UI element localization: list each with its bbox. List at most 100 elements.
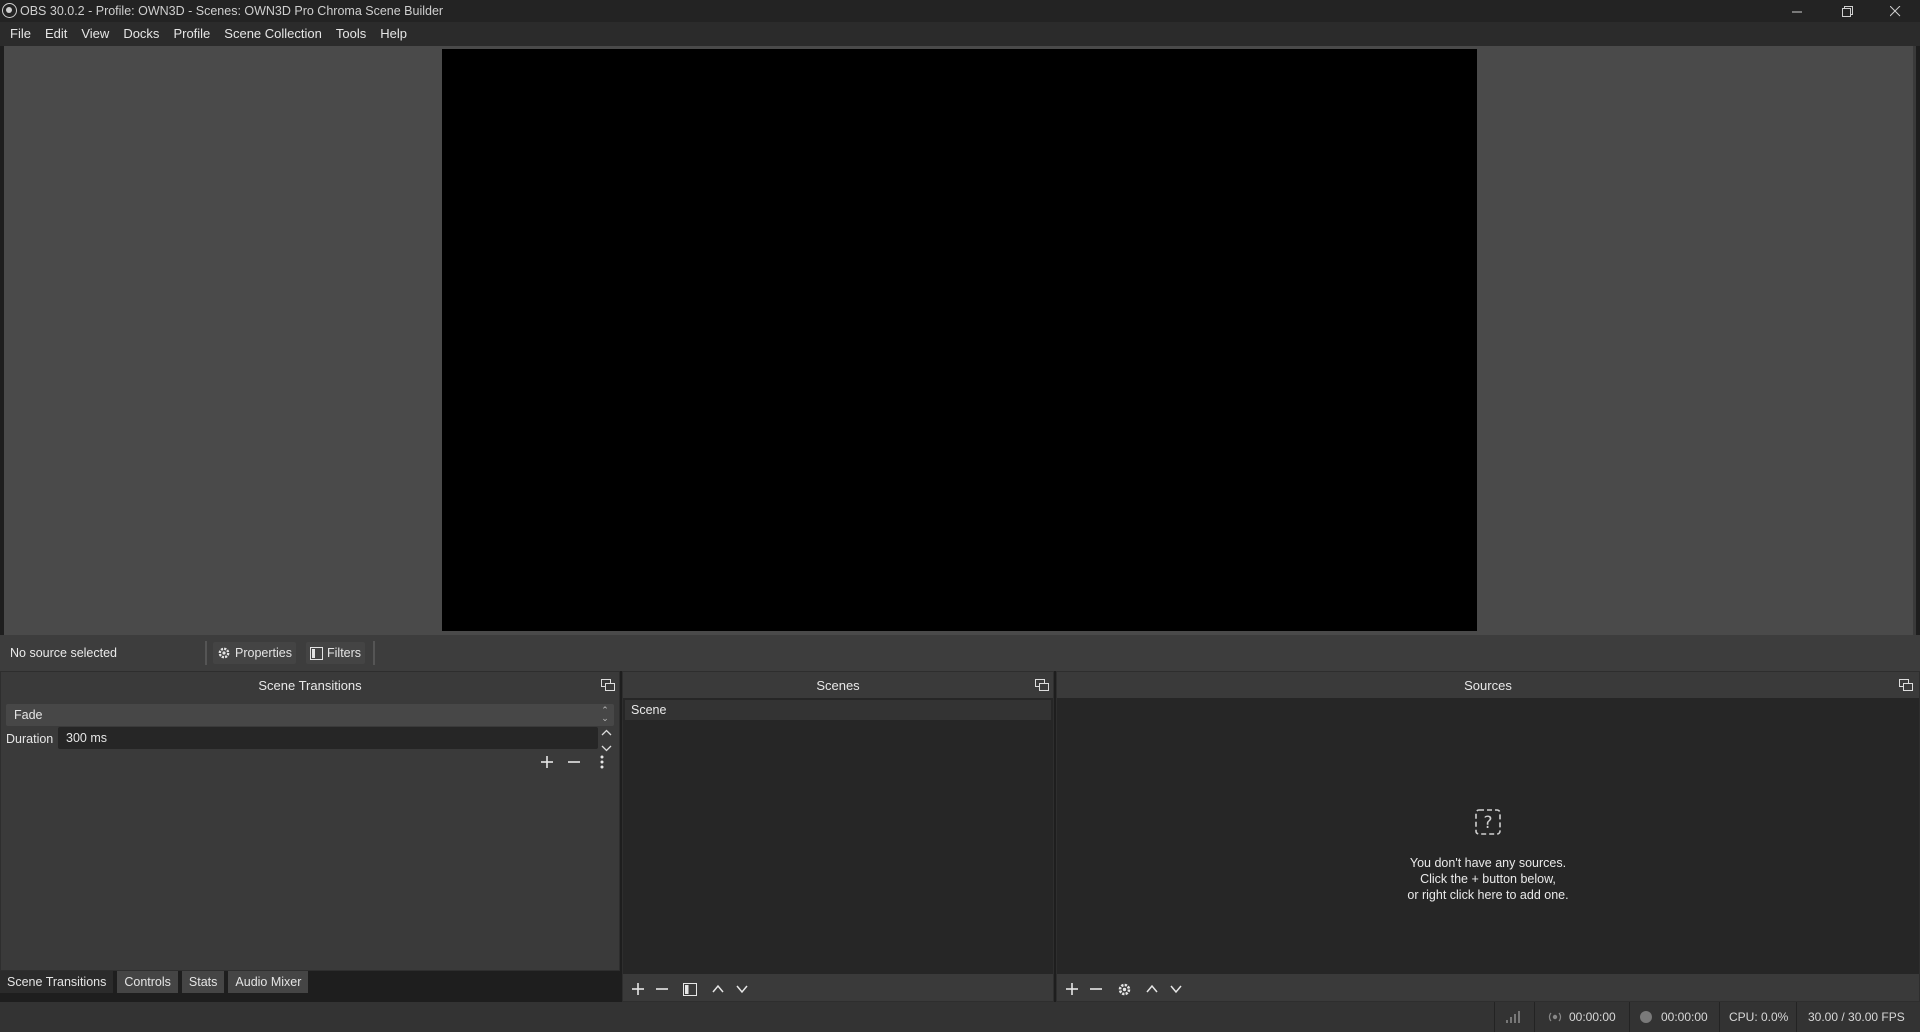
- title-bar: OBS 30.0.2 - Profile: OWN3D - Scenes: OW…: [0, 0, 1920, 22]
- float-dock-icon[interactable]: [601, 679, 615, 691]
- menu-bar: File Edit View Docks Profile Scene Colle…: [0, 22, 1920, 46]
- minimize-button[interactable]: [1774, 0, 1820, 22]
- dock-title: Scenes: [623, 672, 1053, 698]
- transition-select[interactable]: Fade ⌃ ⌄: [6, 704, 614, 726]
- stream-icon: [1548, 1012, 1562, 1022]
- filters-label: Filters: [327, 646, 362, 660]
- empty-sources-line: or right click here to add one.: [1407, 888, 1569, 902]
- duration-stepper[interactable]: [599, 727, 614, 752]
- float-dock-icon[interactable]: [1035, 679, 1049, 691]
- tab-audio-mixer[interactable]: Audio Mixer: [228, 971, 309, 993]
- empty-sources-line: Click the + button below,: [1420, 872, 1556, 886]
- tab-scene-transitions[interactable]: Scene Transitions: [0, 971, 114, 993]
- float-dock-icon[interactable]: [1899, 679, 1913, 691]
- duration-value: 300 ms: [66, 731, 107, 745]
- preview-canvas[interactable]: [442, 49, 1477, 631]
- plus-icon: [632, 983, 644, 995]
- restore-button[interactable]: [1824, 0, 1870, 22]
- network-signal-icon: [1506, 1011, 1520, 1023]
- no-source-label: No source selected: [10, 646, 118, 660]
- preview-area[interactable]: [4, 46, 1916, 635]
- menu-scene-collection[interactable]: Scene Collection: [217, 22, 329, 46]
- empty-sources-line: You don't have any sources.: [1409, 856, 1567, 870]
- remove-scene-button[interactable]: [651, 978, 673, 1000]
- empty-sources-message: ? You don't have any sources. Click the …: [1057, 808, 1919, 903]
- close-icon: [1889, 5, 1900, 16]
- more-vertical-icon: [600, 755, 604, 769]
- cpu-usage: CPU: 0.0%: [1729, 1010, 1789, 1024]
- menu-edit[interactable]: Edit: [38, 22, 74, 46]
- scene-transitions-dock: Scene Transitions Fade ⌃ ⌄ Duration 300 m…: [0, 671, 620, 971]
- add-source-button[interactable]: [1061, 978, 1083, 1000]
- move-source-down-button[interactable]: [1165, 978, 1187, 1000]
- plus-icon: [1066, 983, 1078, 995]
- chevron-updown-icon: ⌃ ⌄: [601, 705, 609, 723]
- source-list[interactable]: ? You don't have any sources. Click the …: [1057, 698, 1919, 974]
- scene-list[interactable]: Scene: [623, 698, 1053, 974]
- minimize-icon: [1791, 11, 1802, 12]
- status-divider: [1629, 1002, 1630, 1032]
- chevron-down-icon: [1170, 985, 1182, 994]
- preview-splitter[interactable]: [1913, 46, 1916, 635]
- chevron-up-icon: [1146, 984, 1158, 993]
- filter-icon: [310, 646, 323, 660]
- status-divider: [1796, 1002, 1797, 1032]
- status-divider: [1534, 1002, 1535, 1032]
- scene-list-item[interactable]: Scene: [625, 700, 1051, 720]
- transition-value: Fade: [14, 708, 43, 722]
- status-bar: 00:00:00 00:00:00 CPU: 0.0% 30.00 / 30.0…: [0, 1002, 1920, 1032]
- status-divider: [1719, 1002, 1720, 1032]
- transition-menu-button[interactable]: [591, 751, 613, 773]
- move-source-up-button[interactable]: [1141, 978, 1163, 1000]
- chevron-up-icon[interactable]: [599, 727, 614, 739]
- chevron-down-icon: [736, 985, 748, 994]
- toolbar-divider: [373, 641, 375, 665]
- menu-help[interactable]: Help: [373, 22, 414, 46]
- filters-button[interactable]: Filters: [306, 642, 366, 664]
- source-properties-button[interactable]: [1113, 978, 1135, 1000]
- remove-transition-button[interactable]: [563, 751, 585, 773]
- scenes-dock: Scenes Scene: [622, 671, 1054, 1002]
- stream-time: 00:00:00: [1569, 1010, 1616, 1024]
- window-title: OBS 30.0.2 - Profile: OWN3D - Scenes: OW…: [20, 4, 444, 18]
- menu-file[interactable]: File: [3, 22, 38, 46]
- source-toolbar: No source selected Properties Filters: [0, 635, 1920, 671]
- svg-text:?: ?: [1483, 813, 1492, 833]
- menu-tools[interactable]: Tools: [329, 22, 373, 46]
- properties-label: Properties: [235, 646, 292, 660]
- filter-icon: [683, 982, 697, 996]
- move-scene-down-button[interactable]: [731, 978, 753, 1000]
- duration-input[interactable]: 300 ms: [58, 727, 598, 749]
- move-scene-up-button[interactable]: [707, 978, 729, 1000]
- remove-source-button[interactable]: [1085, 978, 1107, 1000]
- close-button[interactable]: [1872, 0, 1918, 22]
- minus-icon: [1090, 988, 1102, 990]
- scene-filters-button[interactable]: [679, 978, 701, 1000]
- dock-tab-bar: Scene Transitions Controls Stats Audio M…: [0, 971, 620, 993]
- sources-dock: Sources ? You don't have any sources. Cl…: [1056, 671, 1920, 1002]
- plus-icon: [541, 756, 553, 768]
- add-scene-button[interactable]: [627, 978, 649, 1000]
- record-time: 00:00:00: [1661, 1010, 1708, 1024]
- minus-icon: [568, 761, 580, 763]
- menu-profile[interactable]: Profile: [166, 22, 217, 46]
- dock-title: Scene Transitions: [1, 672, 619, 698]
- sources-footer-toolbar: [1057, 978, 1919, 1000]
- question-icon: ?: [1475, 809, 1501, 835]
- add-transition-button[interactable]: [536, 751, 558, 773]
- status-divider: [1494, 1002, 1495, 1032]
- tab-controls[interactable]: Controls: [117, 971, 178, 993]
- minus-icon: [656, 988, 668, 990]
- restore-icon: [1841, 5, 1853, 17]
- menu-view[interactable]: View: [74, 22, 116, 46]
- chevron-up-icon: [712, 984, 724, 993]
- tab-stats[interactable]: Stats: [181, 971, 225, 993]
- obs-logo-icon: [2, 3, 17, 18]
- properties-button[interactable]: Properties: [213, 642, 296, 664]
- duration-label: Duration: [6, 732, 54, 746]
- gear-icon: [218, 647, 230, 659]
- dock-title: Sources: [1057, 672, 1919, 698]
- toolbar-divider: [205, 641, 207, 665]
- gear-icon: [1118, 983, 1130, 995]
- menu-docks[interactable]: Docks: [116, 22, 166, 46]
